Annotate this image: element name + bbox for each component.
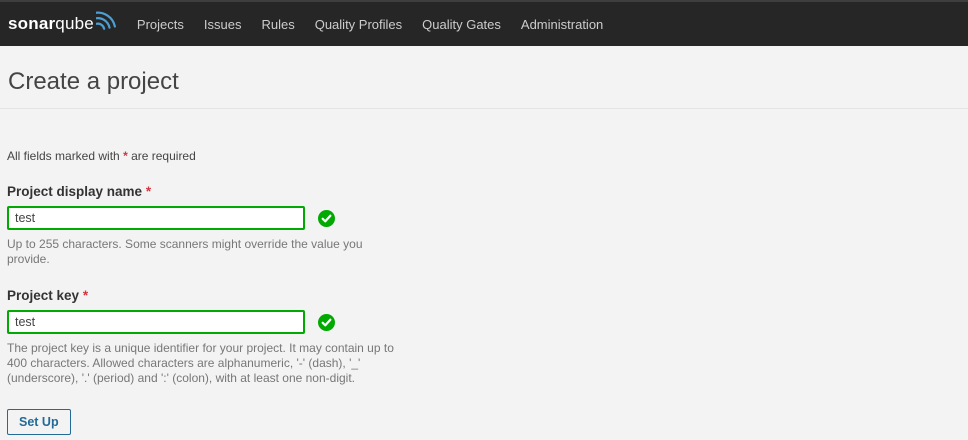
input-row: [7, 206, 961, 230]
help-line: The project key is a unique identifier f…: [7, 341, 961, 356]
nav-item-rules[interactable]: Rules: [261, 17, 294, 32]
create-project-form: All fields marked with * are required Pr…: [0, 149, 968, 435]
page-title: Create a project: [8, 68, 960, 96]
required-note-suffix: are required: [131, 149, 196, 163]
logo-text-sonar: sonar: [8, 14, 55, 34]
nav-item-quality-gates[interactable]: Quality Gates: [422, 17, 501, 32]
set-up-button[interactable]: Set Up: [7, 409, 71, 435]
project-key-help: The project key is a unique identifier f…: [7, 341, 961, 386]
sonarqube-logo[interactable]: sonarqube: [8, 11, 118, 38]
check-circle-icon: [318, 210, 335, 227]
required-asterisk: *: [83, 288, 88, 303]
required-note-prefix: All fields marked with: [7, 149, 120, 163]
nav-item-quality-profiles[interactable]: Quality Profiles: [315, 17, 402, 32]
label-text: Project display name: [7, 184, 142, 199]
required-asterisk: *: [123, 149, 128, 163]
help-line: provide.: [7, 252, 961, 267]
project-display-name-input[interactable]: [7, 206, 305, 230]
input-row: [7, 310, 961, 334]
project-key-label: Project key *: [7, 288, 961, 304]
project-display-name-field: Project display name * Up to 255 charact…: [7, 184, 961, 267]
help-line: Up to 255 characters. Some scanners migh…: [7, 237, 961, 252]
check-circle-icon: [318, 314, 335, 331]
project-key-field: Project key * The project key is a uniqu…: [7, 288, 961, 386]
project-key-input[interactable]: [7, 310, 305, 334]
help-line: (underscore), '.' (period) and ':' (colo…: [7, 371, 961, 386]
nav-item-issues[interactable]: Issues: [204, 17, 242, 32]
sonar-waves-icon: [94, 11, 118, 38]
required-fields-note: All fields marked with * are required: [7, 149, 961, 163]
project-display-name-help: Up to 255 characters. Some scanners migh…: [7, 237, 961, 267]
page-header: Create a project: [0, 46, 968, 109]
nav-item-projects[interactable]: Projects: [137, 17, 184, 32]
logo-text-qube: qube: [55, 14, 94, 34]
help-line: 400 characters. Allowed characters are a…: [7, 356, 961, 371]
project-display-name-label: Project display name *: [7, 184, 961, 200]
main-navigation: Projects Issues Rules Quality Profiles Q…: [137, 17, 603, 32]
nav-item-administration[interactable]: Administration: [521, 17, 603, 32]
required-asterisk: *: [146, 184, 151, 199]
label-text: Project key: [7, 288, 79, 303]
top-navbar: sonarqube Projects Issues Rules Quality …: [0, 0, 968, 46]
